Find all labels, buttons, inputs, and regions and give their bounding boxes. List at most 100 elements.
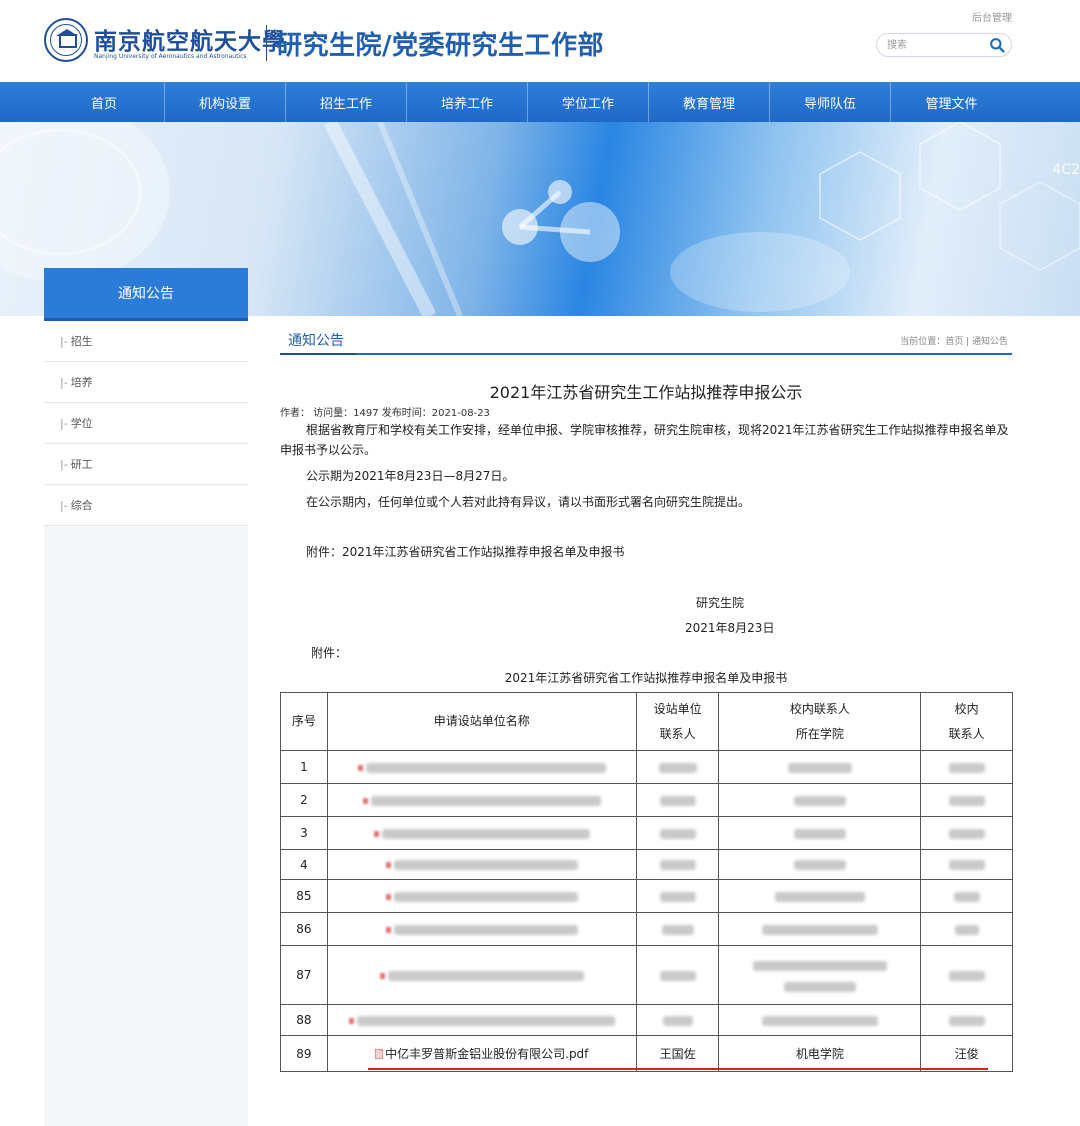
nav-item-home[interactable]: 首页 — [44, 82, 165, 122]
university-seal-logo[interactable] — [44, 18, 88, 62]
row-school-redacted — [718, 849, 922, 880]
application-table: 序号 申请设站单位名称 设站单位 联系人 校内联系人 所在学院 校内 联系人 1 2 … — [280, 692, 1013, 1072]
header-inner-contact: 校内 联系人 — [920, 692, 1013, 751]
row-unit-contact: 王国佐 — [635, 1035, 720, 1072]
header-divider — [266, 25, 267, 61]
sidebar-item-admissions[interactable]: |- 招生 — [44, 321, 248, 362]
row-inner-redacted — [920, 849, 1013, 880]
search-box — [876, 33, 1012, 57]
row-unit-redacted[interactable] — [326, 1004, 637, 1036]
header-school-contact: 校内联系人 所在学院 — [718, 692, 922, 751]
article-paragraph-2: 公示期为2021年8月23日—8月27日。 — [306, 469, 515, 483]
sidebar-item-general[interactable]: |- 综合 — [44, 485, 248, 526]
header-inner-contact-line1: 校内 — [954, 701, 979, 716]
row-unit-redacted[interactable] — [326, 816, 637, 850]
row-no: 85 — [280, 879, 328, 913]
row-no: 2 — [280, 783, 328, 817]
row-inner-redacted — [920, 945, 1013, 1005]
section-title: 通知公告 — [288, 333, 344, 349]
row-contact-redacted — [635, 816, 720, 850]
department-title: 研究生院/党委研究生工作部 — [276, 31, 604, 61]
section-underline-accent — [280, 353, 356, 355]
row-unit-redacted[interactable] — [326, 783, 637, 817]
row-no: 88 — [280, 1004, 328, 1036]
row-unit-redacted[interactable] — [326, 912, 637, 946]
nav-item-education[interactable]: 教育管理 — [649, 82, 770, 122]
row-school-redacted — [718, 750, 922, 784]
header-unit-contact: 设站单位 联系人 — [635, 692, 720, 751]
sidebar-item-label: 学位 — [70, 417, 93, 430]
table-header-row: 序号 申请设站单位名称 设站单位 联系人 校内联系人 所在学院 校内 联系人 — [280, 692, 1013, 751]
section-underline — [280, 353, 1012, 355]
signature-org: 研究生院 — [696, 596, 745, 610]
row-unit-redacted[interactable] — [326, 945, 637, 1005]
row-contact-redacted — [635, 912, 720, 946]
sidebar-item-label: 招生 — [70, 335, 93, 348]
sidebar-item-dash: |- — [60, 375, 68, 389]
header-unit-contact-line1: 设站单位 — [653, 701, 702, 716]
table-row: 85 — [280, 879, 1013, 913]
sidebar-list: |- 招生 |- 培养 |- 学位 |- 研工 |- 综合 — [44, 321, 248, 526]
row-no: 3 — [280, 816, 328, 850]
signature-date: 2021年8月23日 — [685, 621, 775, 635]
row-no: 4 — [280, 849, 328, 880]
sidebar-item-dash: |- — [60, 334, 68, 348]
row-unit[interactable]: 中亿丰罗普斯金铝业股份有限公司.pdf — [326, 1035, 637, 1072]
row-school-redacted — [718, 879, 922, 913]
row-contact-redacted — [635, 879, 720, 913]
row-school: 机电学院 — [718, 1035, 922, 1072]
sidebar-item-label: 培养 — [70, 376, 93, 389]
attachment-link[interactable]: 附件：2021年江苏省研究省工作站拟推荐申报名单及申报书 — [306, 542, 1006, 562]
row-school-redacted — [718, 783, 922, 817]
row-no: 86 — [280, 912, 328, 946]
nav-item-documents[interactable]: 管理文件 — [891, 82, 1012, 122]
row-inner-redacted — [920, 816, 1013, 850]
header-unit-contact-line2: 联系人 — [659, 726, 696, 741]
admin-link[interactable]: 后台管理 — [972, 9, 1012, 24]
table-row: 1 — [280, 750, 1013, 784]
article-paragraph-3: 在公示期内，任何单位或个人若对此持有异议，请以书面形式署名向研究生院提出。 — [306, 495, 751, 509]
sidebar-item-label: 综合 — [70, 499, 93, 512]
university-name-en: Nanjing University of Aeronautics and As… — [94, 53, 247, 60]
nav-item-degree[interactable]: 学位工作 — [528, 82, 649, 122]
nav-item-supervisors[interactable]: 导师队伍 — [770, 82, 891, 122]
highlight-underline — [368, 1068, 988, 1070]
search-icon[interactable] — [989, 37, 1006, 54]
row-unit-redacted[interactable] — [326, 750, 637, 784]
table-row: 4 — [280, 849, 1013, 880]
table-row: 3 — [280, 816, 1013, 850]
banner-code: 4C2 — [1052, 162, 1080, 178]
row-inner-redacted — [920, 1004, 1013, 1036]
article-paragraph-1: 根据省教育厅和学校有关工作安排，经单位申报、学院审核推荐，研究生院审核，现将20… — [280, 423, 1009, 457]
table-row: 87 — [280, 945, 1013, 1005]
row-unit-redacted[interactable] — [326, 849, 637, 880]
article-title: 2021年江苏省研究生工作站拟推荐申报公示 — [489, 383, 803, 402]
article-meta: 作者： 访问量：1497 发布时间：2021-08-23 — [280, 408, 490, 419]
row-inner-redacted — [920, 912, 1013, 946]
search-input[interactable] — [887, 37, 987, 53]
sidebar-item-student-affairs[interactable]: |- 研工 — [44, 444, 248, 485]
row-inner-contact: 汪俊 — [920, 1035, 1013, 1072]
sidebar-item-degree[interactable]: |- 学位 — [44, 403, 248, 444]
row-contact-redacted — [635, 1004, 720, 1036]
row-no: 87 — [280, 945, 328, 1005]
sidebar-item-training[interactable]: |- 培养 — [44, 362, 248, 403]
row-contact-redacted — [635, 849, 720, 880]
row-unit-redacted[interactable] — [326, 879, 637, 913]
pdf-file-icon — [375, 1049, 384, 1059]
row-school-redacted — [718, 816, 922, 850]
nav-item-training[interactable]: 培养工作 — [407, 82, 528, 122]
sidebar-item-dash: |- — [60, 416, 68, 430]
site-header: 南京航空航天大學 Nanjing University of Aeronauti… — [0, 0, 1080, 82]
table-row: 88 — [280, 1004, 1013, 1036]
row-no: 1 — [280, 750, 328, 784]
sidebar-item-dash: |- — [60, 457, 68, 471]
sidebar-item-dash: |- — [60, 498, 68, 512]
breadcrumb[interactable]: 当前位置：首页 | 通知公告 — [900, 334, 1008, 347]
row-unit-name: 中亿丰罗普斯金铝业股份有限公司.pdf — [385, 1047, 589, 1061]
nav-item-organization[interactable]: 机构设置 — [165, 82, 286, 122]
main-nav: 首页 机构设置 招生工作 培养工作 学位工作 教育管理 导师队伍 管理文件 — [0, 82, 1080, 122]
row-contact-redacted — [635, 750, 720, 784]
university-name[interactable]: 南京航空航天大學 — [94, 22, 286, 56]
nav-item-admissions[interactable]: 招生工作 — [286, 82, 407, 122]
